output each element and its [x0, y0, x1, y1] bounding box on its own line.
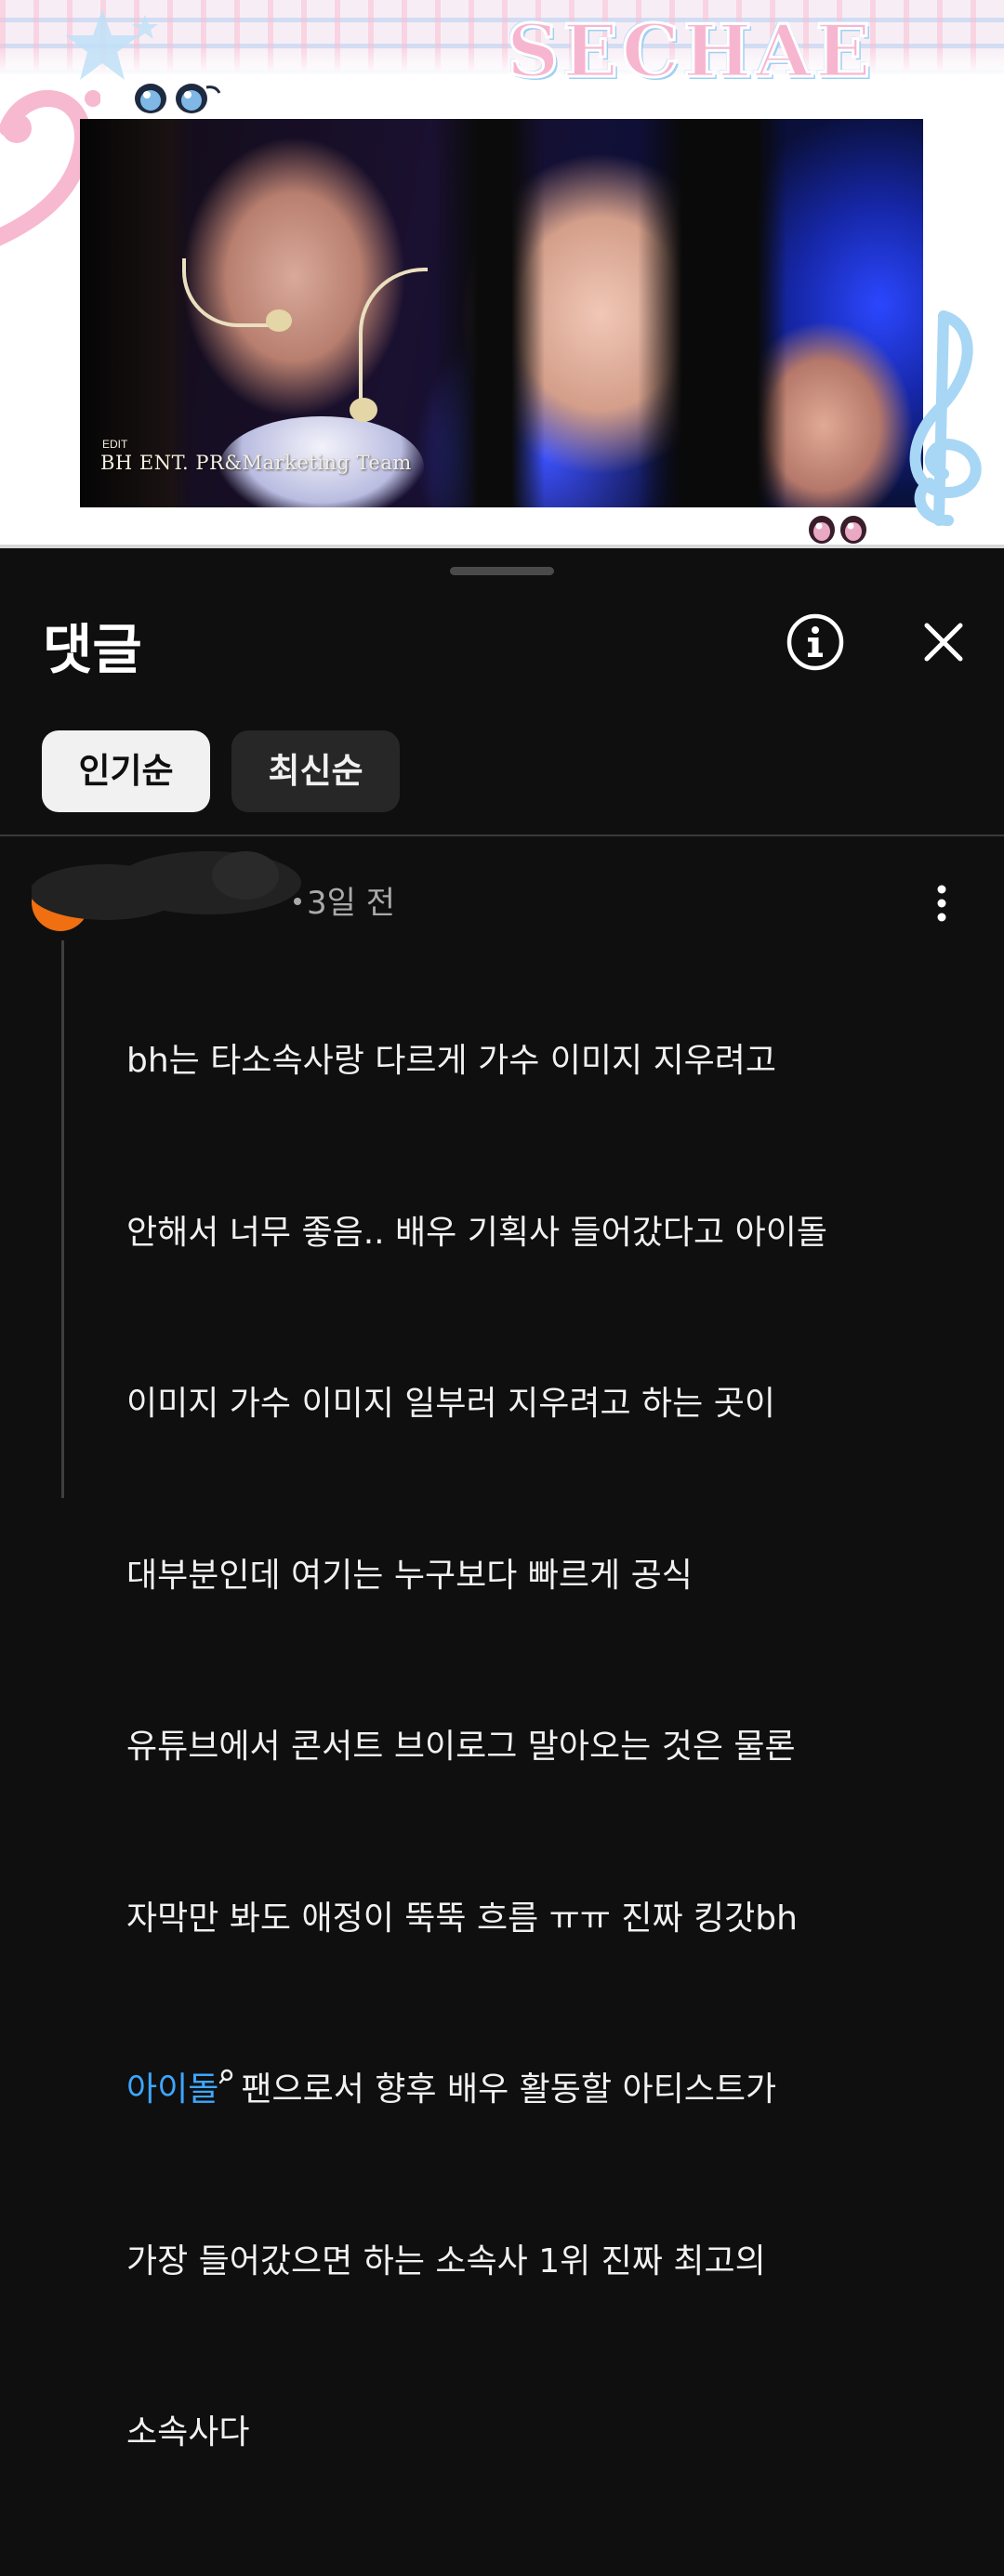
search-link[interactable]: 아이돌	[126, 2070, 218, 2109]
comment-line: 아이돌 팬으로서 향후 배우 활동할 아티스트가	[126, 2061, 963, 2119]
comment-line: 유튜브에서 콘서트 브이로그 말아오는 것은 물론	[126, 1728, 796, 1766]
photo-shade	[638, 119, 786, 507]
headset-mic-tip	[350, 398, 377, 422]
thread-line	[61, 940, 64, 1498]
comment-text: bh는 타소속사랑 다르게 가수 이미지 지우려고 안해서 너무 좋음.. 배우…	[126, 918, 963, 2576]
comments-panel: 댓글 인기순 최신순 3일 전 bh는 타소속사랑 다르게 가수 이미지 지우려…	[0, 552, 1004, 2451]
sort-chip-top[interactable]: 인기순	[42, 730, 210, 812]
treble-clef-icon	[909, 310, 982, 526]
comment-line: 이미지 가수 이미지 일부러 지우려고 하는 곳이	[126, 1385, 775, 1423]
video-frame: EDIT BH ENT. PR&Marketing Team	[80, 119, 923, 507]
headset-mic-tip	[266, 309, 292, 332]
search-icon	[219, 2069, 233, 2084]
drag-handle[interactable]	[450, 567, 554, 575]
close-icon[interactable]	[920, 619, 967, 665]
photo-shade	[80, 119, 192, 507]
comment-line: 소속사다	[126, 2413, 250, 2451]
redacted-username	[32, 851, 301, 920]
edit-label: EDIT	[102, 438, 128, 451]
sort-chip-newest[interactable]: 최신순	[231, 730, 400, 812]
info-icon[interactable]	[786, 613, 844, 671]
comment-line: 대부분인데 여기는 누구보다 빠르게 공식	[126, 1556, 693, 1595]
comment-timestamp: 3일 전	[307, 885, 395, 922]
comment-line: 자막만 봐도 애정이 뚝뚝 흐름 ㅠㅠ 진짜 킹갓bh	[126, 1899, 798, 1938]
progress-track	[0, 545, 1004, 548]
photo-shade	[433, 119, 545, 507]
meta-separator	[294, 898, 301, 905]
comment-line: 안해서 너무 좋음.. 배우 기획사 들어갔다고 아이돌	[126, 1213, 827, 1252]
channel-logo-text: SECHAE	[506, 8, 875, 96]
eyes-sticker-icon	[809, 516, 866, 544]
panel-title: 댓글	[43, 618, 142, 681]
comment-line: 가장 들어갔으면 하는 소속사 1위 진짜 최고의	[126, 2241, 766, 2280]
comment-line-rest: 팬으로서 향후 배우 활동할 아티스트가	[241, 2070, 777, 2109]
comment-item: 3일 전 bh는 타소속사랑 다르게 가수 이미지 지우려고 안해서 너무 좋음…	[0, 836, 1004, 2451]
headset-mic	[359, 268, 428, 411]
eyes-sticker-icon	[135, 84, 221, 113]
video-player[interactable]: SECHAE EDIT BH ENT. PR&Marketing Team	[0, 0, 1004, 548]
comment-line: bh는 타소속사랑 다르게 가수 이미지 지우려고	[126, 1042, 777, 1080]
watermark-text: BH ENT. PR&Marketing Team	[100, 452, 412, 474]
